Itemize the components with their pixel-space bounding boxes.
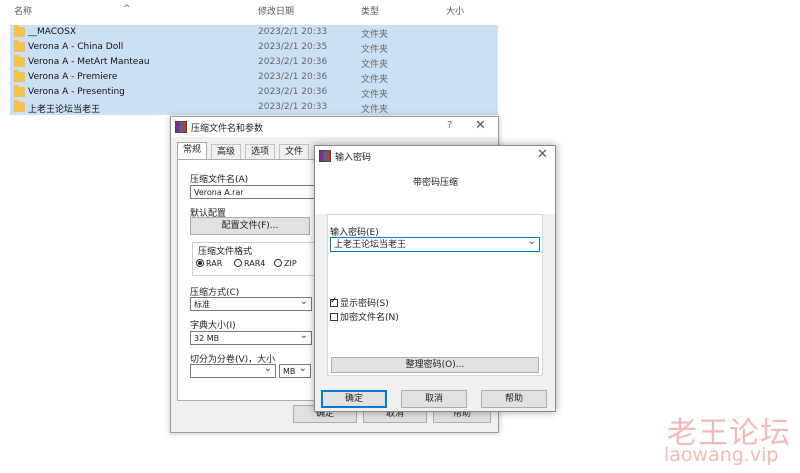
folder-row[interactable]: Verona A - China Doll 2023/2/1 20:35 文件夹 (10, 40, 498, 55)
password-input[interactable]: 上老王论坛当老王 (330, 237, 540, 252)
show-password-checkbox[interactable]: 显示密码(S) (330, 296, 389, 309)
format-rar-radio[interactable]: RAR (196, 259, 222, 268)
compression-method-select[interactable]: 标准 (190, 297, 312, 311)
dialog-titlebar[interactable]: 压缩文件名和参数 ? ✕ (171, 117, 498, 137)
close-icon[interactable]: ✕ (537, 147, 548, 162)
password-help-button[interactable]: 帮助 (481, 390, 547, 408)
dialog-title: 压缩文件名和参数 (191, 124, 264, 134)
tab-files[interactable]: 文件 (279, 144, 310, 160)
checkbox-label: 加密文件名(N) (340, 313, 399, 323)
checkbox-checked-icon (330, 296, 338, 307)
help-icon[interactable]: ? (447, 120, 452, 131)
folder-row[interactable]: __MACOSX 2023/2/1 20:33 文件夹 (10, 25, 498, 40)
column-header-name[interactable]: 名称 (14, 4, 32, 17)
folder-row[interactable]: Verona A - Presenting 2023/2/1 20:36 文件夹 (10, 85, 498, 100)
winrar-icon (319, 150, 331, 162)
folder-date: 2023/2/1 20:36 (258, 72, 328, 82)
checkbox-label: 显示密码(S) (340, 299, 389, 309)
column-header-bar: 名称 ^ 修改日期 类型 大小 (0, 0, 500, 20)
folder-name: __MACOSX (28, 27, 77, 37)
password-cancel-button[interactable]: 取消 (401, 390, 467, 408)
folder-name: Verona A - Premiere (28, 72, 118, 82)
password-ok-button[interactable]: 确定 (321, 390, 387, 408)
dictionary-size-label: 字典大小(I) (190, 321, 236, 331)
folder-name: Verona A - Presenting (28, 87, 125, 97)
folder-row[interactable]: 上老王论坛当老王 2023/2/1 20:33 文件夹 (10, 100, 498, 115)
watermark-url: laowang.vip (664, 444, 779, 466)
dialog-header-area: 带密码压缩 (315, 166, 555, 214)
sort-ascending-icon: ^ (123, 4, 131, 14)
folder-name: Verona A - China Doll (28, 42, 124, 52)
folder-date: 2023/2/1 20:33 (258, 27, 328, 37)
folder-row[interactable]: Verona A - Premiere 2023/2/1 20:36 文件夹 (10, 70, 498, 85)
folder-type: 文件夹 (361, 60, 389, 70)
folder-row[interactable]: Verona A - MetArt Manteau 2023/2/1 20:36… (10, 55, 498, 70)
archive-format-label: 压缩文件格式 (196, 244, 255, 257)
organize-passwords-button[interactable]: 整理密码(O)... (331, 357, 539, 373)
dialog-titlebar[interactable]: 输入密码 ✕ (315, 146, 555, 166)
folder-date: 2023/2/1 20:36 (258, 87, 328, 97)
format-rar4-radio[interactable]: RAR4 (234, 259, 265, 268)
folder-date: 2023/2/1 20:35 (258, 42, 328, 52)
radio-selected-icon (196, 259, 204, 267)
folder-name: 上老王论坛当老王 (28, 105, 101, 115)
folder-type: 文件夹 (361, 45, 389, 55)
folder-icon (14, 85, 25, 97)
folder-icon (14, 55, 25, 67)
format-zip-radio[interactable]: ZIP (274, 259, 297, 268)
folder-icon (14, 40, 25, 52)
folder-type: 文件夹 (361, 90, 389, 100)
folder-date: 2023/2/1 20:36 (258, 57, 328, 67)
folder-type: 文件夹 (361, 75, 389, 85)
tab-advanced[interactable]: 高级 (211, 144, 242, 160)
dialog-heading: 带密码压缩 (413, 178, 459, 188)
folder-type: 文件夹 (361, 30, 389, 40)
folder-icon (14, 25, 25, 37)
folder-type: 文件夹 (361, 105, 389, 115)
radio-label: RAR4 (244, 259, 266, 268)
radio-empty-icon (234, 259, 242, 267)
enter-password-dialog: 输入密码 ✕ 带密码压缩 输入密码(E) 上老王论坛当老王 显示密码(S) 加密… (314, 145, 556, 412)
split-size-select[interactable] (190, 364, 276, 378)
winrar-icon (175, 121, 187, 133)
encrypt-filenames-checkbox[interactable]: 加密文件名(N) (330, 310, 399, 323)
profile-button[interactable]: 配置文件(F)... (190, 217, 310, 235)
column-header-size[interactable]: 大小 (446, 4, 464, 17)
radio-empty-icon (274, 259, 282, 267)
folder-icon (14, 100, 25, 112)
file-explorer-list: 名称 ^ 修改日期 类型 大小 __MACOSX 2023/2/1 20:33 … (0, 0, 500, 115)
folder-date: 2023/2/1 20:33 (258, 102, 328, 112)
password-panel: 输入密码(E) 上老王论坛当老王 显示密码(S) 加密文件名(N) 整理密码(O… (327, 214, 543, 376)
dialog-title: 输入密码 (335, 153, 372, 163)
column-header-type[interactable]: 类型 (361, 4, 379, 17)
dictionary-size-select[interactable]: 32 MB (190, 331, 312, 345)
folder-icon (14, 70, 25, 82)
column-header-date[interactable]: 修改日期 (258, 4, 294, 17)
split-unit-select[interactable]: MB (279, 364, 311, 378)
checkbox-empty-icon (330, 313, 338, 321)
archive-name-label: 压缩文件名(A) (190, 175, 249, 185)
folder-name: Verona A - MetArt Manteau (28, 57, 150, 67)
close-icon[interactable]: ✕ (475, 118, 486, 133)
radio-label: RAR (206, 259, 223, 268)
radio-label: ZIP (284, 259, 297, 268)
archive-name-input[interactable]: Verona A.rar (190, 185, 330, 199)
tab-options[interactable]: 选项 (245, 144, 276, 160)
